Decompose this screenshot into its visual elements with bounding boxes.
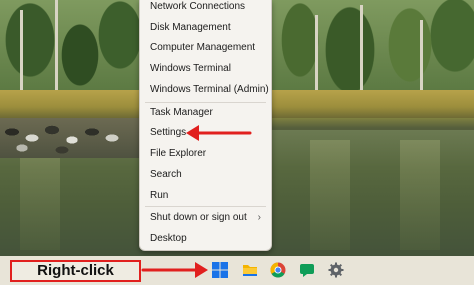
settings-gear-icon[interactable]: [328, 262, 344, 278]
chevron-right-icon: ›: [257, 212, 261, 223]
file-explorer-icon[interactable]: [242, 262, 258, 278]
shoreline-rocks: [0, 118, 140, 158]
menu-separator: [145, 206, 266, 207]
menu-item-disk-management[interactable]: Disk Management: [140, 18, 271, 38]
menu-item-label: Shut down or sign out: [150, 212, 247, 223]
menu-item-task-manager[interactable]: Task Manager: [140, 103, 271, 123]
menu-item-run[interactable]: Run: [140, 186, 271, 206]
chrome-icon[interactable]: [270, 262, 286, 278]
windows-start-icon[interactable]: [212, 262, 228, 278]
menu-item-network-connections[interactable]: Network Connections: [140, 0, 271, 17]
right-click-callout-label: Right-click: [37, 262, 114, 279]
menu-item-windows-terminal-admin[interactable]: Windows Terminal (Admin): [140, 80, 271, 100]
menu-item-search[interactable]: Search: [140, 165, 271, 185]
menu-item-shut-down-or-sign-out[interactable]: Shut down or sign out ›: [140, 208, 271, 228]
right-click-callout-box: Right-click: [10, 260, 141, 282]
menu-item-file-explorer[interactable]: File Explorer: [140, 144, 271, 164]
menu-item-windows-terminal[interactable]: Windows Terminal: [140, 59, 271, 79]
menu-item-computer-management[interactable]: Computer Management: [140, 38, 271, 58]
menu-item-desktop[interactable]: Desktop: [140, 229, 271, 249]
menu-item-settings[interactable]: Settings: [140, 123, 271, 143]
chat-icon[interactable]: [299, 262, 315, 278]
winx-context-menu: Network Connections Disk Management Comp…: [139, 0, 272, 251]
